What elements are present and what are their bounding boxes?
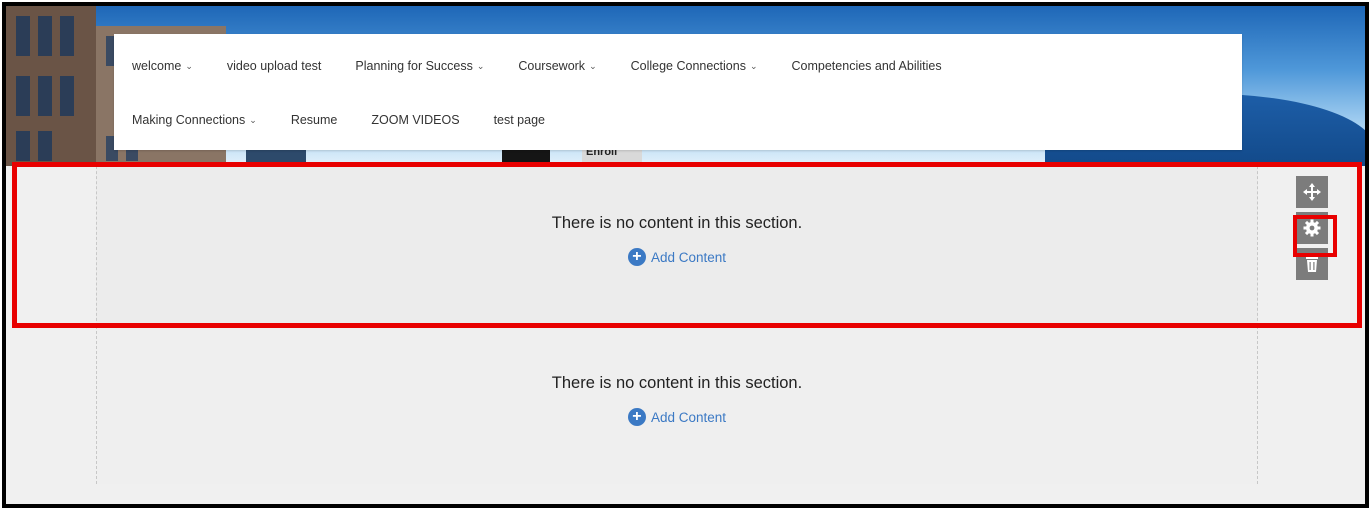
chevron-down-icon: ⌄ [749,60,758,71]
gear-icon [1303,219,1321,237]
add-content-label: Add Content [650,409,727,425]
nav-item-label: ZOOM VIDEOS [371,113,460,127]
chevron-down-icon: ⌄ [185,60,193,71]
nav-item-label: Making Connections [132,113,246,127]
nav-item-coursework[interactable]: Coursework ⌄ [518,59,596,73]
nav-row-2: Making Connections ⌄ Resume ZOOM VIDEOS test… [132,110,579,130]
nav-item-label: Coursework [518,59,586,73]
plus-circle-icon: + [627,408,646,426]
nav-item-label: welcome [132,59,182,73]
content-section-1: There is no content in this section. + A… [96,166,1258,326]
nav-item-zoom-videos[interactable]: ZOOM VIDEOS [371,113,459,127]
section-toolbar [1296,176,1328,284]
chevron-down-icon: ⌄ [476,60,485,71]
nav-item-label: Planning for Success [355,59,473,73]
chevron-down-icon: ⌄ [589,60,597,71]
nav-item-video-upload-test[interactable]: video upload test [227,59,322,73]
nav-item-label: test page [493,113,545,127]
empty-section-message: There is no content in this section. [551,214,803,232]
nav-item-label: College Connections [630,59,746,73]
nav-item-resume[interactable]: Resume [291,113,338,127]
nav-item-competencies-and-abilities[interactable]: Competencies and Abilities [792,59,942,73]
add-content-label: Add Content [650,249,727,265]
section-settings-button[interactable] [1296,212,1328,244]
chevron-down-icon: ⌄ [249,114,257,125]
nav-item-welcome[interactable]: welcome ⌄ [132,59,193,73]
nav-row-1: welcome ⌄ video upload test Planning for Su… [132,56,976,76]
nav-item-making-connections[interactable]: Making Connections ⌄ [132,113,257,127]
add-content-button[interactable]: + Add Content [97,248,1257,266]
nav-item-college-connections[interactable]: College Connections ⌄ [631,59,758,73]
nav-item-label: Competencies and Abilities [791,59,942,73]
nav-item-test-page[interactable]: test page [494,113,545,127]
delete-section-button[interactable] [1296,248,1328,280]
empty-section-message: There is no content in this section. [551,374,803,392]
content-section-2: There is no content in this section. + A… [96,326,1258,484]
add-content-button[interactable]: + Add Content [97,408,1257,426]
move-section-button[interactable] [1296,176,1328,208]
nav-item-label: video upload test [226,59,322,73]
move-icon [1303,183,1321,201]
screenshot-frame: Enroll welcome ⌄ video upload test Planning… [2,2,1369,508]
plus-circle-icon: + [627,248,646,266]
top-navigation: welcome ⌄ video upload test Planning for Su… [114,34,1242,150]
trash-icon [1306,255,1318,272]
nav-item-label: Resume [290,113,338,127]
nav-item-planning-for-success[interactable]: Planning for Success ⌄ [355,59,484,73]
